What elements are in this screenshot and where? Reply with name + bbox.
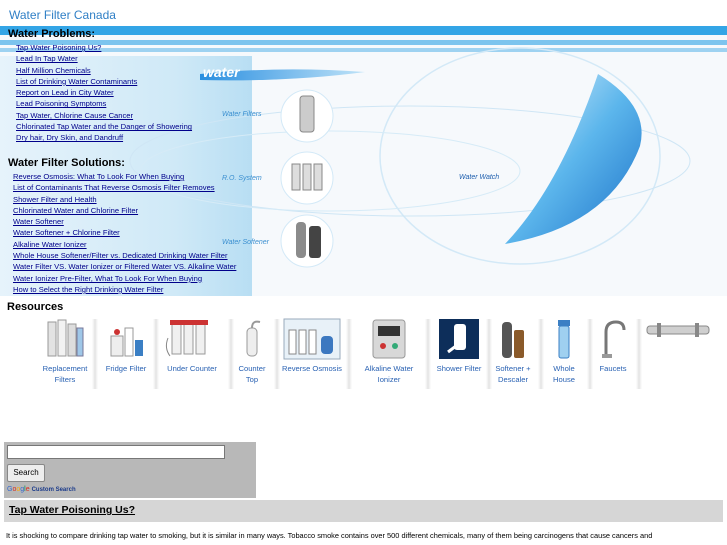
ionizer-icon: [356, 317, 422, 361]
water-watch-label[interactable]: Water Watch: [459, 174, 499, 181]
resource-fridge-filter[interactable]: Fridge Filter: [97, 317, 155, 374]
problem-link[interactable]: Lead In Tap Water: [16, 54, 78, 63]
solution-link[interactable]: Water Filter VS. Water Ionizer or Filter…: [13, 262, 236, 271]
resource-label: Counter Top: [238, 364, 266, 384]
filter-image: [299, 95, 315, 133]
list-item: Lead In Tap Water: [16, 53, 192, 64]
resource-label: Reverse Osmosis: [282, 364, 342, 373]
list-item: Water Ionizer Pre-Filter, What To Look F…: [13, 273, 236, 284]
custom-search-label: Custom Search: [31, 487, 76, 493]
resource-label: Under Counter: [167, 364, 217, 373]
problem-link[interactable]: Chlorinated Tap Water and the Danger of …: [16, 122, 192, 131]
faucet-icon: [592, 317, 634, 361]
resource-label: Whole House: [553, 364, 575, 384]
water-solutions-heading: Water Filter Solutions:: [8, 157, 125, 169]
list-item: Water Filter VS. Water Ionizer or Filter…: [13, 261, 236, 272]
resource-faucets[interactable]: Faucets: [592, 317, 634, 374]
problem-link[interactable]: Tap Water, Chlorine Cause Cancer: [16, 111, 133, 120]
counter-top-icon: [232, 317, 272, 361]
problem-link[interactable]: Half Million Chemicals: [16, 66, 91, 75]
list-item: Lead Poisoning Symptoms: [16, 98, 192, 109]
resource-under-counter[interactable]: Under Counter: [158, 317, 226, 374]
search-panel: Search Google Custom Search: [4, 442, 256, 498]
resource-label: Shower Filter: [436, 364, 482, 373]
resource-label: Replacement Filters: [42, 364, 88, 384]
list-item: Reverse Osmosis: What To Look For When B…: [13, 171, 236, 182]
uv-sterilizer-icon: [642, 317, 714, 343]
solution-link[interactable]: Reverse Osmosis: What To Look For When B…: [13, 172, 184, 181]
google-logo: Google: [7, 486, 30, 493]
search-button[interactable]: Search: [7, 464, 45, 482]
list-item: Water Softener: [13, 216, 236, 227]
solution-link[interactable]: Chlorinated Water and Chlorine Filter: [13, 206, 138, 215]
solution-link[interactable]: Water Softener + Chlorine Filter: [13, 228, 120, 237]
fridge-filter-icon: [97, 317, 155, 361]
list-item: Chlorinated Tap Water and the Danger of …: [16, 121, 192, 132]
divider: [346, 319, 352, 389]
shower-filter-icon: [434, 317, 484, 361]
problem-link[interactable]: Dry hair, Dry Skin, and Dandruff: [16, 133, 123, 142]
problem-link[interactable]: Report on Lead in City Water: [16, 88, 114, 97]
list-item: How to Select the Right Drinking Water F…: [13, 284, 236, 295]
problem-link[interactable]: List of Drinking Water Contaminants: [16, 77, 137, 86]
divider: [274, 319, 280, 389]
solution-link[interactable]: Alkaline Water Ionizer: [13, 240, 87, 249]
search-input[interactable]: [7, 445, 225, 459]
water-filters-label[interactable]: Water Filters: [222, 111, 262, 118]
resource-label: Alkaline Water Ionizer: [364, 364, 414, 384]
solution-link[interactable]: Water Ionizer Pre-Filter, What To Look F…: [13, 274, 202, 283]
softener-icon: [491, 317, 535, 361]
resource-whole-house[interactable]: Whole House: [543, 317, 585, 385]
list-item: Report on Lead in City Water: [16, 87, 192, 98]
google-custom-search-badge: Google Custom Search: [7, 486, 76, 493]
list-item: Tap Water Poisoning Us?: [16, 42, 192, 53]
resources-heading: Resources: [7, 301, 64, 313]
list-item: Water Softener + Chlorine Filter: [13, 227, 236, 238]
resource-label: Fridge Filter: [105, 364, 147, 373]
list-item: Half Million Chemicals: [16, 65, 192, 76]
list-item: Chlorinated Water and Chlorine Filter: [13, 205, 236, 216]
list-item: Whole House Softener/Filter vs. Dedicate…: [13, 250, 236, 261]
water-logo-text: water: [203, 64, 240, 80]
water-problems-heading: Water Problems:: [8, 28, 96, 40]
resource-shower-filter[interactable]: Shower Filter: [434, 317, 484, 374]
resource-uv-sterilizer[interactable]: [642, 317, 714, 345]
list-item: Dry hair, Dry Skin, and Dandruff: [16, 132, 192, 143]
article-header: Tap Water Poisoning Us?: [4, 500, 723, 522]
solution-link[interactable]: How to Select the Right Drinking Water F…: [13, 285, 163, 294]
divider: [425, 319, 431, 389]
under-counter-icon: [158, 317, 226, 361]
list-item: Tap Water, Chlorine Cause Cancer: [16, 110, 192, 121]
resource-replacement-filters[interactable]: Replacement Filters: [36, 317, 94, 385]
resource-alkaline-ionizer[interactable]: Alkaline Water Ionizer: [356, 317, 422, 385]
problem-link[interactable]: Tap Water Poisoning Us?: [16, 43, 101, 52]
list-item: Alkaline Water Ionizer: [13, 239, 236, 250]
solution-link[interactable]: Whole House Softener/Filter vs. Dedicate…: [13, 251, 228, 260]
solution-link[interactable]: List of Contaminants That Reverse Osmosi…: [13, 183, 215, 192]
site-title[interactable]: Water Filter Canada: [9, 8, 116, 22]
article-body: It is shocking to compare drinking tap w…: [6, 531, 653, 540]
resource-label: Softener + Descaler: [495, 364, 531, 384]
reverse-osmosis-icon: [281, 317, 343, 361]
resource-softener-descaler[interactable]: Softener + Descaler: [491, 317, 535, 385]
water-problems-list: Tap Water Poisoning Us? Lead In Tap Wate…: [16, 42, 192, 144]
article-title[interactable]: Tap Water Poisoning Us?: [9, 504, 135, 516]
resource-reverse-osmosis[interactable]: Reverse Osmosis: [281, 317, 343, 374]
solution-link[interactable]: Shower Filter and Health: [13, 195, 97, 204]
water-solutions-list: Reverse Osmosis: What To Look For When B…: [13, 171, 236, 295]
list-item: List of Drinking Water Contaminants: [16, 76, 192, 87]
problem-link[interactable]: Lead Poisoning Symptoms: [16, 99, 106, 108]
cartridges-icon: [36, 317, 94, 361]
resource-counter-top[interactable]: Counter Top: [232, 317, 272, 385]
list-item: List of Contaminants That Reverse Osmosi…: [13, 182, 236, 193]
list-item: Shower Filter and Health: [13, 194, 236, 205]
resource-label: Faucets: [599, 364, 627, 373]
whole-house-icon: [543, 317, 585, 361]
solution-link[interactable]: Water Softener: [13, 217, 64, 226]
